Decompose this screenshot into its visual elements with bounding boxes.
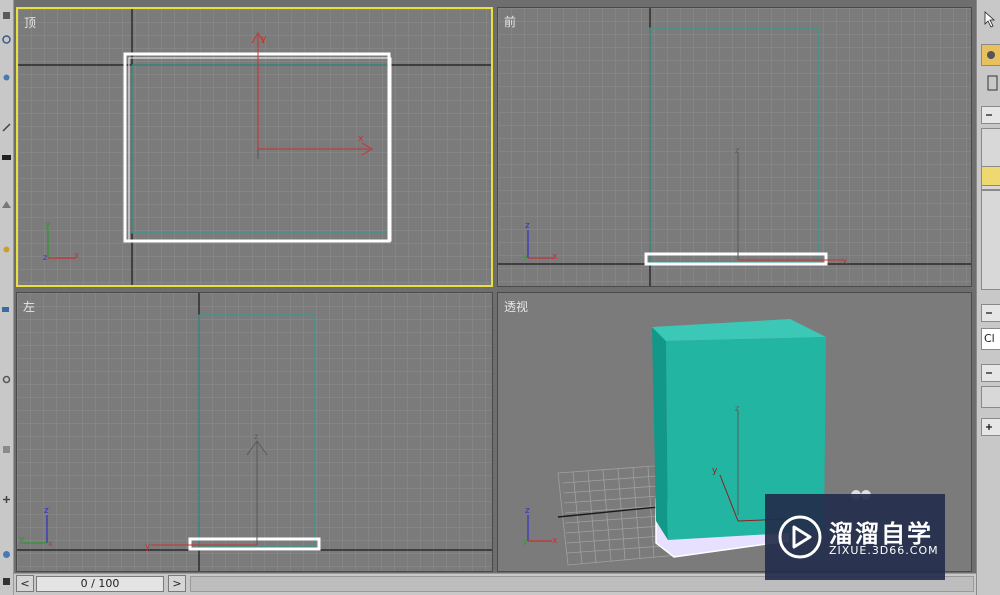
- viewport-left[interactable]: z y z y x 左: [16, 292, 493, 572]
- move-tool-icon[interactable]: [1, 30, 12, 44]
- left-toolbar: [0, 0, 14, 595]
- persp-axis-y: y: [523, 537, 528, 546]
- shape-tool-icon[interactable]: [1, 195, 12, 208]
- helper-tool-icon[interactable]: [1, 370, 12, 384]
- viewport-label-left: 左: [23, 300, 36, 314]
- object-type-button-list: [981, 190, 1000, 290]
- watermark: 溜溜自学 ZIXUE.3D66.COM: [765, 494, 945, 580]
- time-next-button[interactable]: >: [168, 575, 186, 592]
- viewport-front[interactable]: z x z x y 前: [497, 7, 972, 287]
- viewport-label-perspective: 透视: [504, 300, 529, 314]
- front-gizmo-z-label: z: [735, 146, 739, 155]
- left-axis-y: y: [19, 535, 25, 545]
- top-view-canvas: y x y x z: [18, 9, 491, 285]
- rollout-collapse-2[interactable]: [981, 304, 1000, 322]
- scale-tool-icon[interactable]: [1, 118, 12, 132]
- front-axis-y: y: [523, 252, 528, 261]
- front-gizmo-x-label: x: [842, 257, 848, 267]
- render-tool-icon[interactable]: [1, 572, 12, 585]
- panel-tab-icon[interactable]: [985, 72, 1000, 94]
- time-prev-button[interactable]: <: [16, 575, 34, 592]
- camera-tool-icon[interactable]: [1, 300, 12, 312]
- front-view-canvas: z x z x y: [498, 8, 971, 286]
- top-axis-z: z: [43, 253, 47, 262]
- top-axis-y: y: [45, 220, 51, 230]
- left-view-canvas: z y z y x: [17, 293, 492, 571]
- front-axis-z: z: [525, 221, 530, 231]
- create-tab-icon[interactable]: [981, 44, 1000, 66]
- select-pointer-icon[interactable]: [981, 8, 999, 34]
- name-field[interactable]: Cl: [981, 328, 1000, 350]
- time-slider-value[interactable]: 0 / 100: [36, 576, 164, 592]
- top-gizmo-y-label: y: [261, 34, 267, 44]
- persp-axis-x: x: [552, 536, 558, 546]
- left-gizmo-z-label: z: [254, 432, 258, 441]
- top-gizmo-x-label: x: [358, 134, 364, 144]
- select-tool-icon[interactable]: [1, 6, 12, 19]
- persp-axis-z: z: [525, 506, 530, 516]
- watermark-url: ZIXUE.3D66.COM: [829, 544, 939, 557]
- layer-tool-icon[interactable]: [1, 148, 12, 160]
- left-axis-z: z: [44, 506, 49, 516]
- top-axis-x: x: [74, 251, 80, 261]
- viewport-label-front: 前: [504, 15, 517, 29]
- viewport-area: y x y x z 顶 z x z x y 前 z y z y x 左 z y …: [14, 0, 976, 573]
- front-axis-x: x: [552, 252, 558, 262]
- persp-gizmo-z-label: z: [735, 404, 739, 413]
- rollout-collapse-3[interactable]: [981, 364, 1000, 382]
- watermark-logo-icon: [778, 515, 822, 559]
- spacewarp-tool-icon[interactable]: [1, 545, 12, 558]
- command-panel: Cl: [976, 0, 1000, 595]
- system-tool-icon[interactable]: [1, 440, 12, 453]
- rotate-tool-icon[interactable]: [1, 68, 12, 81]
- left-axis-x: x: [48, 539, 53, 548]
- rollout-collapse-1[interactable]: [981, 106, 1000, 124]
- left-gizmo-y-label: y: [145, 542, 151, 552]
- viewport-top[interactable]: y x y x z 顶: [16, 7, 493, 287]
- persp-gizmo-y-label: y: [712, 466, 718, 476]
- viewport-label-top: 顶: [24, 16, 37, 30]
- app-window: y x y x z 顶 z x z x y 前 z y z y x 左 z y …: [0, 0, 1000, 595]
- object-type-button-active[interactable]: [981, 166, 1000, 186]
- light-tool-icon[interactable]: [1, 240, 12, 253]
- utility-tool-icon[interactable]: [1, 490, 12, 503]
- color-swatch[interactable]: [981, 386, 1000, 408]
- rollout-expand[interactable]: [981, 418, 1000, 436]
